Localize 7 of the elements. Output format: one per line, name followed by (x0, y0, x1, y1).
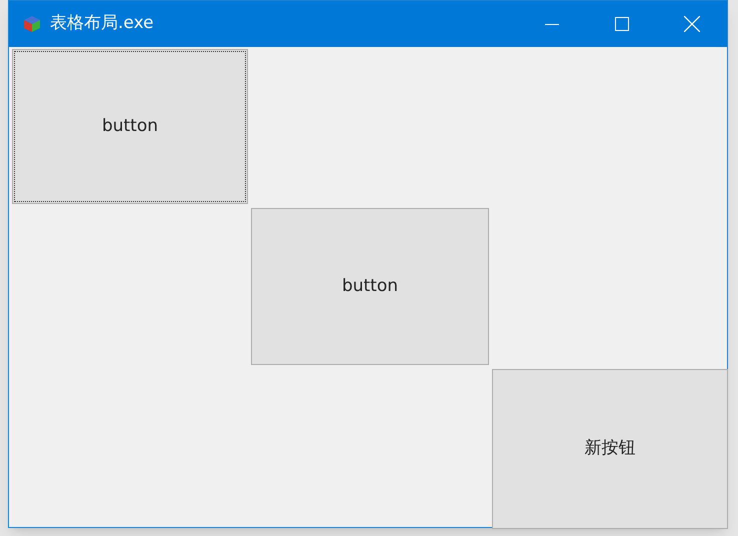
cube-icon (23, 15, 41, 33)
close-icon (684, 16, 700, 32)
form-button[interactable]: button (12, 49, 248, 204)
maximize-icon (615, 17, 629, 31)
form-button[interactable]: button (251, 208, 489, 365)
window-title: 表格布局.exe (50, 12, 154, 36)
form-button[interactable]: 新按钮 (492, 369, 728, 529)
